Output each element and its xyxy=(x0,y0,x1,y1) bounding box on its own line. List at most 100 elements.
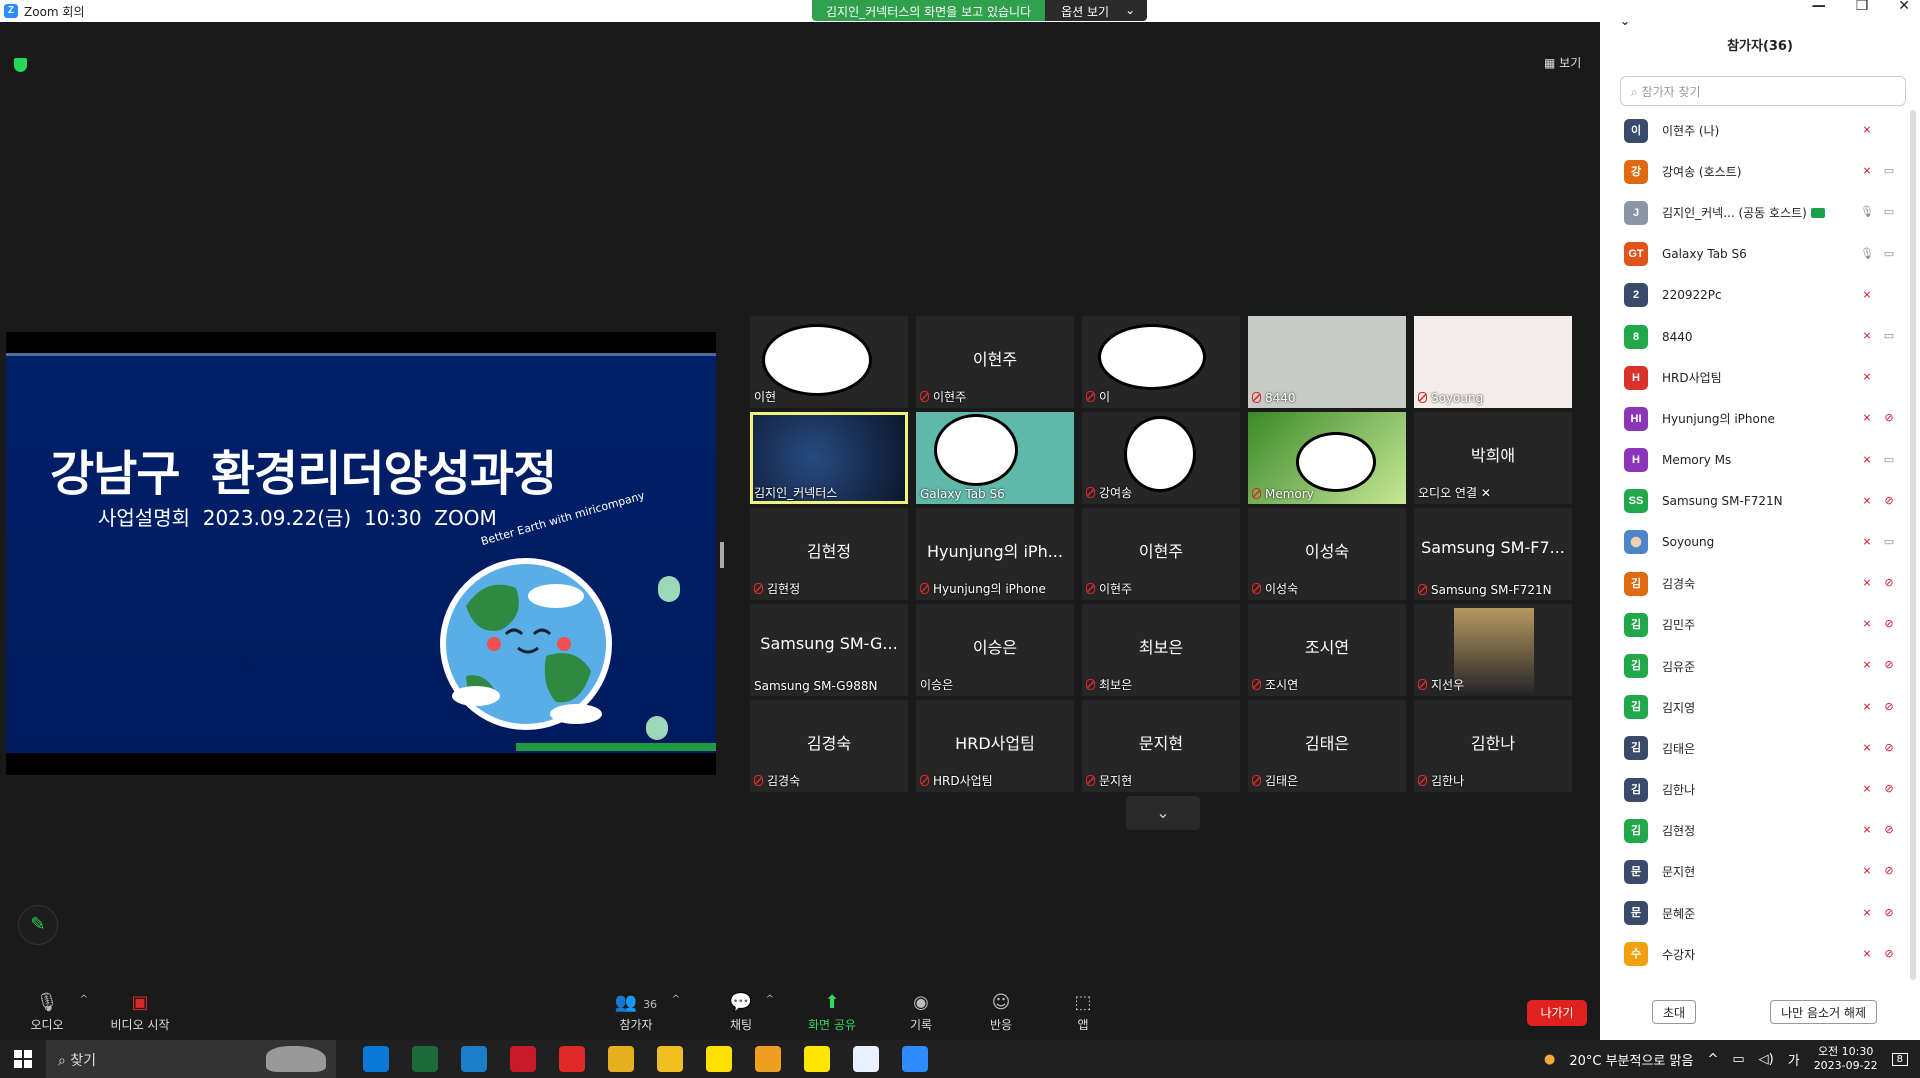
video-tile[interactable]: 지선우 xyxy=(1414,604,1572,696)
participant-row[interactable]: 수 수강자 ⨯ ⊘ xyxy=(1600,934,1920,975)
muted-mic-icon xyxy=(920,391,929,402)
weather-icon[interactable]: ● xyxy=(1544,1052,1555,1067)
maximize-icon[interactable]: ❐ xyxy=(1856,0,1869,14)
participant-row[interactable]: J 김지인_커넥... (공동 호스트) 🎙 ▭ xyxy=(1600,192,1920,233)
taskbar-app-icon[interactable] xyxy=(412,1046,438,1072)
taskbar-app-icon[interactable] xyxy=(755,1046,781,1072)
unmute-me-button[interactable]: 나만 음소거 해제 xyxy=(1770,1000,1878,1024)
participant-row[interactable]: 8 8440 ⨯ ▭ xyxy=(1600,316,1920,357)
record-button[interactable]: ◉ 기록 xyxy=(904,992,938,1033)
video-tile[interactable]: 강여송 xyxy=(1082,412,1240,504)
share-screen-button[interactable]: ⬆ 화면 공유 xyxy=(802,992,862,1033)
gallery-next-page-button[interactable]: ⌄ xyxy=(1126,796,1200,830)
leave-button[interactable]: 나가기 xyxy=(1527,1000,1587,1026)
video-tile[interactable]: 김경숙 김경숙 xyxy=(750,700,908,792)
volume-icon[interactable]: ◁) xyxy=(1759,1052,1774,1067)
tile-label-text: 최보은 xyxy=(1099,678,1133,692)
view-options-button[interactable]: 옵션 보기 ⌄ xyxy=(1045,0,1148,21)
taskbar-app-icon[interactable] xyxy=(559,1046,585,1072)
video-tile[interactable]: 김현정 김현정 xyxy=(750,508,908,600)
video-tile[interactable]: HRD사업팀 HRD사업팀 xyxy=(916,700,1074,792)
security-shield-icon[interactable] xyxy=(14,58,27,72)
audio-button[interactable]: 🎙 오디오 ^ xyxy=(22,992,88,1033)
participant-row[interactable]: HI Hyunjung의 iPhone ⨯ ⊘ xyxy=(1600,398,1920,439)
video-tile[interactable]: 8440 xyxy=(1248,316,1406,408)
taskbar-app-icon[interactable] xyxy=(853,1046,879,1072)
annotate-pencil-icon[interactable]: ✎ xyxy=(18,905,58,945)
participant-row[interactable]: GT Galaxy Tab S6 🎙 ▭ xyxy=(1600,234,1920,275)
reactions-button[interactable]: ☺ 반응 xyxy=(984,992,1018,1033)
video-tile[interactable]: 김태은 김태은 xyxy=(1248,700,1406,792)
tile-display-name: HRD사업팀 xyxy=(955,734,1035,753)
taskbar-app-icon[interactable] xyxy=(902,1046,928,1072)
redaction-mark xyxy=(934,414,1018,486)
taskbar-search[interactable]: ⌕ 찾기 xyxy=(46,1040,336,1078)
participant-search-input[interactable]: ⌕ 참가자 찾기 xyxy=(1620,76,1906,106)
ime-indicator[interactable]: 가 xyxy=(1788,1050,1800,1069)
participant-row[interactable]: 김 김경숙 ⨯ ⊘ xyxy=(1600,563,1920,604)
participant-row[interactable]: 문 문지현 ⨯ ⊘ xyxy=(1600,851,1920,892)
chevron-down-icon[interactable]: ⌄ xyxy=(1620,14,1630,28)
invite-button[interactable]: 초대 xyxy=(1652,1000,1697,1024)
video-tile[interactable]: 김지인_커넥터스 xyxy=(750,412,908,504)
start-video-button[interactable]: ▣ 비디오 시작 xyxy=(104,992,176,1033)
video-tile[interactable]: Samsung SM-F7... Samsung SM-F721N xyxy=(1414,508,1572,600)
video-tile[interactable]: 이 xyxy=(1082,316,1240,408)
video-tile[interactable]: 문지현 문지현 xyxy=(1082,700,1240,792)
participant-row[interactable]: 이 이현주 (나) ⨯ xyxy=(1600,110,1920,151)
participant-row[interactable]: SS Samsung SM-F721N ⨯ ⊘ xyxy=(1600,481,1920,522)
panel-scrollbar[interactable] xyxy=(1910,110,1916,980)
taskbar-app-icon[interactable] xyxy=(363,1046,389,1072)
apps-button[interactable]: ⬚ 앱 xyxy=(1066,992,1100,1033)
tile-name-label: 이승은 xyxy=(920,676,953,693)
video-tile[interactable]: 이현주 이현주 xyxy=(916,316,1074,408)
weather-text[interactable]: 20°C 부분적으로 맑음 xyxy=(1569,1050,1693,1069)
taskbar-app-icon[interactable] xyxy=(510,1046,536,1072)
chat-button[interactable]: 💬 채팅 ^ xyxy=(724,992,774,1033)
taskbar-app-icon[interactable] xyxy=(804,1046,830,1072)
participant-row[interactable]: H HRD사업팀 ⨯ xyxy=(1600,357,1920,398)
participant-row[interactable]: 김 김지영 ⨯ ⊘ xyxy=(1600,687,1920,728)
participant-row[interactable]: 2 220922Pc ⨯ xyxy=(1600,275,1920,316)
video-tile[interactable]: 이성숙 이성숙 xyxy=(1248,508,1406,600)
video-tile[interactable]: 이현주 이현주 xyxy=(1082,508,1240,600)
video-tile[interactable]: 이현 xyxy=(750,316,908,408)
participant-row[interactable]: H Memory Ms ⨯ ▭ xyxy=(1600,440,1920,481)
participants-button[interactable]: 👥 36 참가자 ^ xyxy=(608,992,680,1033)
taskbar-app-icon[interactable] xyxy=(608,1046,634,1072)
close-icon[interactable]: ✕ xyxy=(1898,0,1910,14)
chat-caret-icon[interactable]: ^ xyxy=(766,994,774,1005)
participant-row[interactable]: 김 김태은 ⨯ ⊘ xyxy=(1600,728,1920,769)
windows-start-icon[interactable] xyxy=(14,1050,32,1068)
taskbar-app-icon[interactable] xyxy=(657,1046,683,1072)
participants-caret-icon[interactable]: ^ xyxy=(672,994,680,1005)
clock[interactable]: 오전 10:30 2023-09-22 xyxy=(1814,1045,1878,1073)
participant-row[interactable]: 김 김현정 ⨯ ⊘ xyxy=(1600,810,1920,851)
taskbar-app-icon[interactable] xyxy=(461,1046,487,1072)
video-tile[interactable]: 박희애 오디오 연결 ✕ xyxy=(1414,412,1572,504)
participant-row[interactable]: 강 강여송 (호스트) ⨯ ▭ xyxy=(1600,151,1920,192)
participant-row[interactable]: 김 김민주 ⨯ ⊘ xyxy=(1600,604,1920,645)
video-tile[interactable]: 조시연 조시연 xyxy=(1248,604,1406,696)
view-button[interactable]: ▦ 보기 xyxy=(1544,54,1581,71)
video-tile[interactable]: Hyunjung의 iPh... Hyunjung의 iPhone xyxy=(916,508,1074,600)
tile-label-text: 강여송 xyxy=(1099,486,1133,500)
video-tile[interactable]: Samsung SM-G... Samsung SM-G988N xyxy=(750,604,908,696)
participant-row[interactable]: 문 문혜준 ⨯ ⊘ xyxy=(1600,893,1920,934)
video-tile[interactable]: Galaxy Tab S6 xyxy=(916,412,1074,504)
video-tile[interactable]: 이승은 이승은 xyxy=(916,604,1074,696)
video-tile[interactable]: Soyoung xyxy=(1414,316,1572,408)
network-icon[interactable]: ▭ xyxy=(1732,1052,1744,1067)
video-tile[interactable]: Memory xyxy=(1248,412,1406,504)
video-tile[interactable]: 김한나 김한나 xyxy=(1414,700,1572,792)
participant-row[interactable]: 김 김유준 ⨯ ⊘ xyxy=(1600,645,1920,686)
video-tile[interactable]: 최보은 최보은 xyxy=(1082,604,1240,696)
minimize-icon[interactable]: — xyxy=(1812,0,1826,14)
tray-chevron-icon[interactable]: ^ xyxy=(1707,1052,1718,1067)
participant-row[interactable]: 김 김한나 ⨯ ⊘ xyxy=(1600,769,1920,810)
notification-icon[interactable]: 8 xyxy=(1891,1052,1908,1066)
split-view-handle[interactable] xyxy=(720,542,724,568)
participant-row[interactable]: Soyoung ⨯ ▭ xyxy=(1600,522,1920,563)
audio-caret-icon[interactable]: ^ xyxy=(80,994,88,1005)
taskbar-app-icon[interactable] xyxy=(706,1046,732,1072)
